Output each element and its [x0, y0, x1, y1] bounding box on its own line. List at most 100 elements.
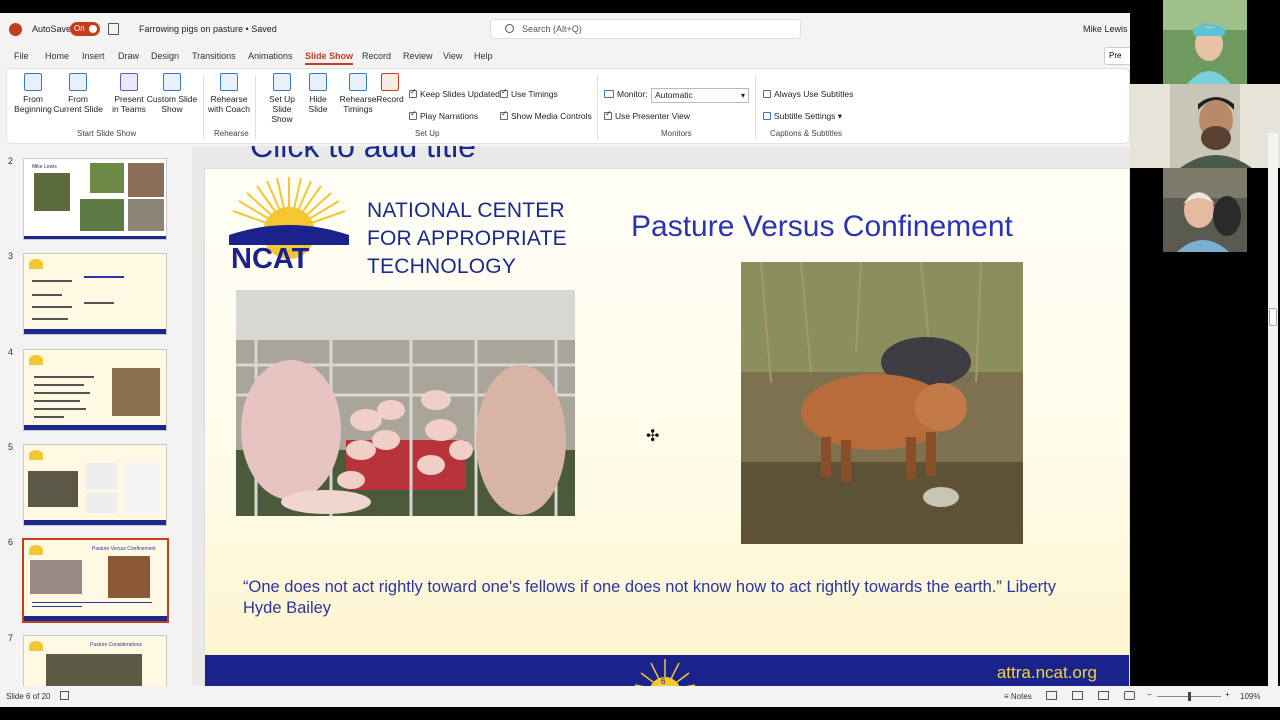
thumbnail-number: 7 — [8, 633, 14, 643]
presenter-view-label: Use Presenter View — [615, 111, 690, 121]
farrowing-crate-image — [236, 290, 575, 516]
thumbnail-title: Pasture Versus Confinement — [92, 546, 156, 552]
thumbnail-photo — [28, 471, 78, 507]
rehearse-timings-button[interactable]: Rehearse Timings — [339, 73, 377, 114]
checkbox-checked-icon — [500, 109, 508, 120]
ncat-logo-icon — [29, 641, 43, 651]
org-name-line: NATIONAL CENTER — [367, 199, 565, 222]
thumbnail-photo — [112, 368, 160, 416]
custom-slide-show-button[interactable]: Custom Slide Show — [145, 73, 199, 114]
slide-thumbnail-6[interactable]: Pasture Versus Confinement — [22, 538, 169, 623]
tab-record[interactable]: Record — [362, 51, 391, 61]
slide-show-view-icon[interactable] — [1124, 691, 1135, 700]
present-button[interactable]: Pre — [1104, 47, 1130, 65]
hide-slide-label: Hide Slide — [308, 94, 328, 114]
thumbnail-text-line — [34, 376, 94, 378]
autosave-toggle[interactable]: On — [70, 22, 100, 36]
rehearse-with-coach-button[interactable]: Rehearse with Coach — [207, 73, 251, 114]
slide-quote[interactable]: “One does not act rightly toward one's f… — [243, 577, 1083, 619]
from-beginning-button[interactable]: From Beginning — [11, 73, 55, 114]
status-bar: Slide 6 of 20 ≡ Notes − + 109% — [0, 686, 1280, 707]
monitor-label: Monitor: — [604, 89, 648, 99]
org-name-line: TECHNOLOGY — [367, 255, 517, 278]
tab-animations[interactable]: Animations — [248, 51, 293, 61]
zoom-in-icon[interactable]: + — [1225, 690, 1230, 699]
play-narrations-label: Play Narrations — [420, 111, 479, 121]
tab-help[interactable]: Help — [474, 51, 493, 61]
slide-title[interactable]: Pasture Versus Confinement — [631, 210, 1013, 244]
user-name[interactable]: Mike Lewis — [1083, 24, 1128, 34]
keep-slides-updated-checkbox[interactable]: Keep Slides Updated — [409, 87, 500, 99]
search-box[interactable]: Search (Alt+Q) — [490, 19, 801, 39]
tab-slide-show[interactable]: Slide Show — [305, 51, 354, 65]
thumbnail-text-line — [32, 606, 82, 607]
tab-home[interactable]: Home — [45, 51, 69, 61]
timer-icon — [349, 73, 367, 91]
use-presenter-view-checkbox[interactable]: Use Presenter View — [604, 109, 690, 121]
thumbnail-photo — [90, 163, 124, 193]
zoom-out-icon[interactable]: − — [1147, 690, 1152, 699]
from-current-label: From Current Slide — [53, 94, 103, 114]
always-use-subtitles-checkbox[interactable]: Always Use Subtitles — [763, 89, 853, 99]
tab-view[interactable]: View — [443, 51, 462, 61]
teams-icon — [120, 73, 138, 91]
normal-view-icon[interactable] — [1046, 691, 1057, 700]
tab-draw[interactable]: Draw — [118, 51, 139, 61]
autosave-label: AutoSave — [32, 24, 72, 34]
pasture-photo[interactable] — [741, 262, 1023, 544]
use-timings-label: Use Timings — [511, 89, 558, 99]
monitor-text: Monitor: — [617, 89, 648, 99]
subtitle-settings-dropdown[interactable]: Subtitle Settings ▾ — [763, 111, 842, 122]
slide-thumbnail-3[interactable] — [23, 253, 167, 335]
confinement-photo[interactable] — [236, 290, 575, 516]
vertical-scrollbar[interactable] — [1268, 133, 1278, 686]
reading-view-icon[interactable] — [1098, 691, 1109, 700]
use-timings-checkbox[interactable]: Use Timings — [500, 87, 558, 99]
slide-sorter-icon[interactable] — [1072, 691, 1083, 700]
thumbnail-title: Pasture Considerations — [90, 642, 142, 648]
thumbnail-text-line — [34, 384, 84, 386]
title-placeholder[interactable]: Click to add title — [250, 146, 476, 165]
save-icon[interactable] — [108, 23, 119, 35]
slide-thumbnail-5[interactable] — [23, 444, 167, 526]
from-current-slide-button[interactable]: From Current Slide — [53, 73, 103, 114]
slide-editor-canvas[interactable]: Click to add title NCAT NATIONAL CENTER … — [192, 146, 1130, 699]
start-slide-show-group-label: Start Slide Show — [77, 129, 137, 138]
scrollbar-thumb[interactable] — [1269, 308, 1277, 326]
tab-design[interactable]: Design — [151, 51, 179, 61]
tab-insert[interactable]: Insert — [82, 51, 105, 61]
monitor-select[interactable]: Automatic — [651, 88, 749, 103]
zoom-slider-knob[interactable] — [1188, 692, 1191, 701]
slide-thumbnail-2[interactable]: Mike Lewis — [23, 158, 167, 240]
tab-file[interactable]: File — [14, 51, 29, 61]
checkbox-checked-icon — [409, 87, 417, 98]
pigs-on-pasture-image — [741, 262, 1023, 544]
powerpoint-logo-icon — [9, 23, 22, 36]
present-in-teams-button[interactable]: Present in Teams — [111, 73, 147, 114]
from-beginning-label: From Beginning — [14, 94, 52, 114]
thumbnail-footer — [24, 236, 166, 239]
zoom-level[interactable]: 109% — [1240, 692, 1260, 701]
slide-footer: 6 attra.ncat.org — [205, 655, 1129, 689]
record-button[interactable]: Record — [375, 73, 405, 104]
captions-group-label: Captions & Subtitles — [770, 129, 843, 138]
play-narrations-checkbox[interactable]: Play Narrations — [409, 109, 479, 121]
show-media-controls-checkbox[interactable]: Show Media Controls — [500, 109, 592, 121]
slide-thumbnail-4[interactable] — [23, 349, 167, 431]
accessibility-icon[interactable] — [60, 691, 69, 700]
hide-slide-button[interactable]: Hide Slide — [305, 73, 331, 114]
thumbnail-text-line — [32, 602, 152, 603]
document-title[interactable]: Farrowing pigs on pasture • Saved — [139, 24, 277, 34]
slide[interactable]: NCAT NATIONAL CENTER FOR APPROPRIATE TEC… — [204, 168, 1130, 690]
thumbnail-text-line — [32, 280, 72, 282]
thumbnail-number: 5 — [8, 442, 14, 452]
ribbon-separator — [203, 75, 204, 139]
thumbnail-text-line — [32, 294, 62, 296]
tab-transitions[interactable]: Transitions — [192, 51, 236, 61]
notes-button[interactable]: ≡ Notes — [1004, 692, 1032, 701]
ribbon-separator — [597, 75, 598, 139]
tab-review[interactable]: Review — [403, 51, 433, 61]
set-up-slide-show-button[interactable]: Set Up Slide Show — [261, 73, 303, 124]
thumbnail-text-line — [34, 408, 86, 410]
thumbnail-photo — [108, 556, 150, 598]
